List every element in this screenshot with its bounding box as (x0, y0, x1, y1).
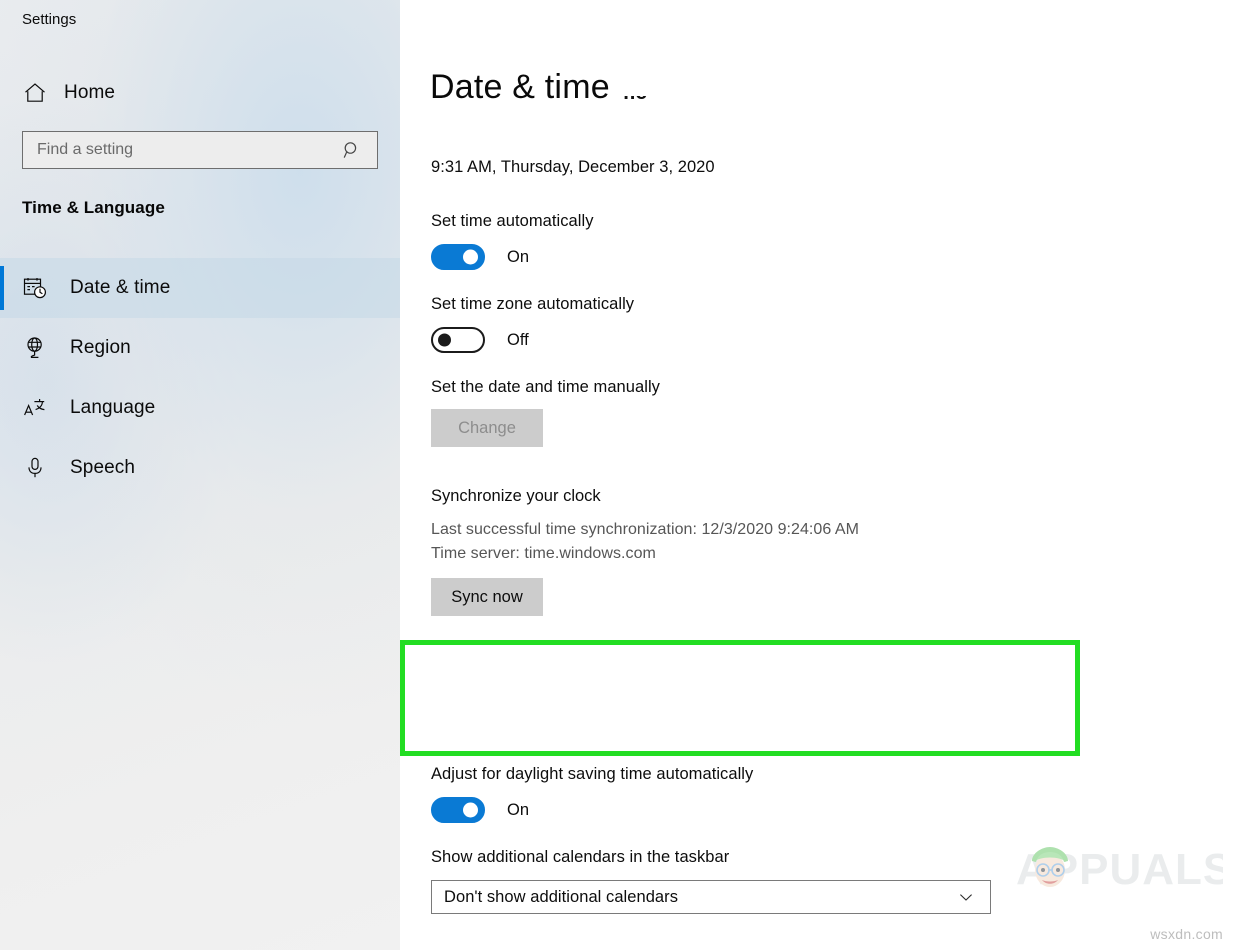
change-button[interactable]: Change (431, 409, 543, 447)
timezone-select[interactable]: (UTC-08:00) Pacific Time (US & Canada) (431, 688, 991, 722)
time-server-text: Time server: time.windows.com (431, 545, 656, 563)
set-timezone-auto-toggle-row[interactable]: Off (431, 327, 529, 353)
sidebar-item-language[interactable]: Language (0, 378, 400, 438)
dst-label: Adjust for daylight saving time automati… (431, 765, 753, 784)
chevron-down-icon (956, 887, 976, 907)
main-content: Current date and time Date & time 9:31 A… (400, 0, 1241, 950)
calendars-select[interactable]: Don't show additional calendars (431, 880, 991, 914)
sidebar-item-region-label: Region (70, 337, 131, 359)
sync-now-button[interactable]: Sync now (431, 578, 543, 616)
sync-now-button-wrap: Sync now (431, 578, 543, 616)
set-time-auto-toggle[interactable] (431, 244, 485, 270)
language-icon (22, 395, 48, 421)
toggle-knob (438, 334, 451, 347)
dst-toggle[interactable] (431, 797, 485, 823)
home-icon (22, 80, 48, 106)
set-time-auto-toggle-row[interactable]: On (431, 244, 529, 270)
set-time-auto-label: Set time automatically (431, 212, 594, 231)
search-box[interactable] (22, 131, 378, 169)
timezone-combo-wrap: (UTC-08:00) Pacific Time (US & Canada) (431, 688, 991, 722)
sidebar-group-title: Time & Language (22, 198, 165, 218)
current-datetime-value: 9:31 AM, Thursday, December 3, 2020 (431, 158, 715, 177)
sidebar: Settings Home Time & Language (0, 0, 400, 950)
set-timezone-auto-state: Off (507, 331, 529, 350)
appuals-watermark: APPUALS (1008, 834, 1223, 904)
sidebar-item-language-label: Language (70, 397, 155, 419)
dst-toggle-row[interactable]: On (431, 797, 529, 823)
microphone-icon (22, 455, 48, 481)
page-title: Date & time (428, 66, 622, 113)
chevron-down-icon (956, 695, 976, 715)
sidebar-item-region[interactable]: Region (0, 318, 400, 378)
set-timezone-auto-label: Set time zone automatically (431, 295, 634, 314)
toggle-knob (463, 803, 478, 818)
set-manual-label: Set the date and time manually (431, 378, 660, 397)
sidebar-item-speech[interactable]: Speech (0, 438, 400, 498)
sidebar-item-date-time[interactable]: Date & time (0, 258, 400, 318)
sidebar-nav: Date & time Region (0, 258, 400, 498)
timezone-value: (UTC-08:00) Pacific Time (US & Canada) (444, 696, 956, 715)
set-timezone-auto-toggle[interactable] (431, 327, 485, 353)
last-sync-text: Last successful time synchronization: 12… (431, 521, 859, 539)
change-button-wrap: Change (431, 409, 543, 447)
globe-icon (22, 335, 48, 361)
calendars-value: Don't show additional calendars (444, 888, 956, 907)
app-title: Settings (22, 11, 76, 28)
search-icon[interactable] (341, 139, 363, 161)
sync-heading: Synchronize your clock (431, 487, 601, 506)
search-input[interactable] (23, 132, 341, 168)
dst-state: On (507, 801, 529, 820)
watermark-url: wsxdn.com (1150, 926, 1223, 942)
calendars-combo-wrap: Don't show additional calendars (431, 880, 991, 914)
calendars-label: Show additional calendars in the taskbar (431, 848, 729, 867)
sidebar-item-date-time-label: Date & time (70, 277, 170, 299)
calendar-clock-icon (22, 275, 48, 301)
set-time-auto-state: On (507, 248, 529, 267)
timezone-label: Time zone (431, 656, 508, 675)
toggle-knob (463, 250, 478, 265)
sidebar-item-home[interactable]: Home (14, 74, 386, 112)
sidebar-item-home-label: Home (64, 82, 115, 104)
sidebar-item-speech-label: Speech (70, 457, 135, 479)
settings-window: Settings Home Time & Language (0, 0, 1241, 950)
